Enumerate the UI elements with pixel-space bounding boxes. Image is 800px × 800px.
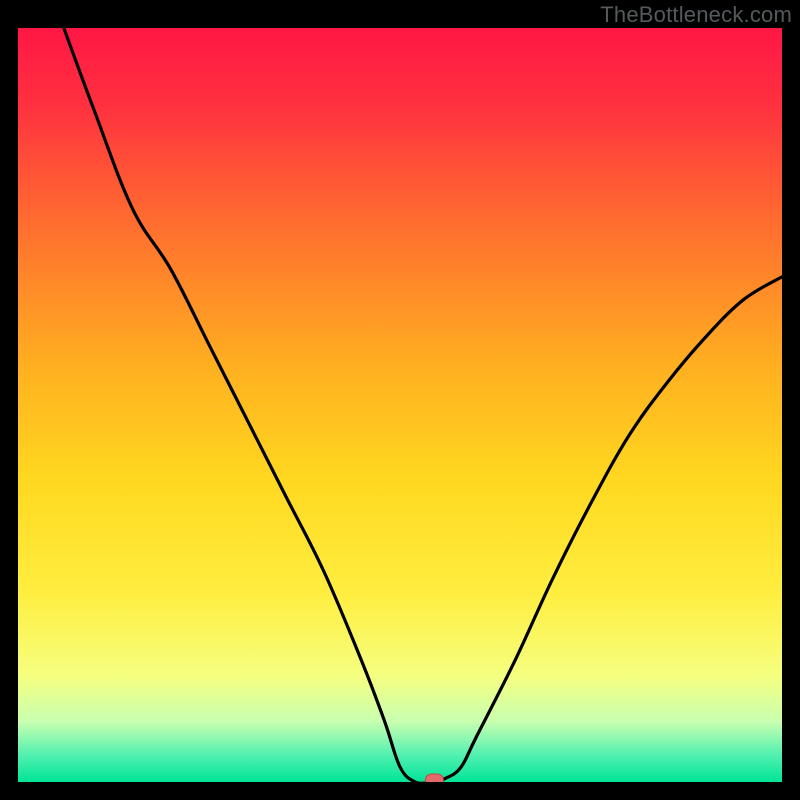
optimum-marker [425, 774, 443, 782]
gradient-background [18, 28, 782, 782]
chart-stage: TheBottleneck.com [0, 0, 800, 800]
watermark-label: TheBottleneck.com [600, 2, 792, 28]
bottleneck-chart [18, 28, 782, 782]
plot-area [18, 28, 782, 782]
